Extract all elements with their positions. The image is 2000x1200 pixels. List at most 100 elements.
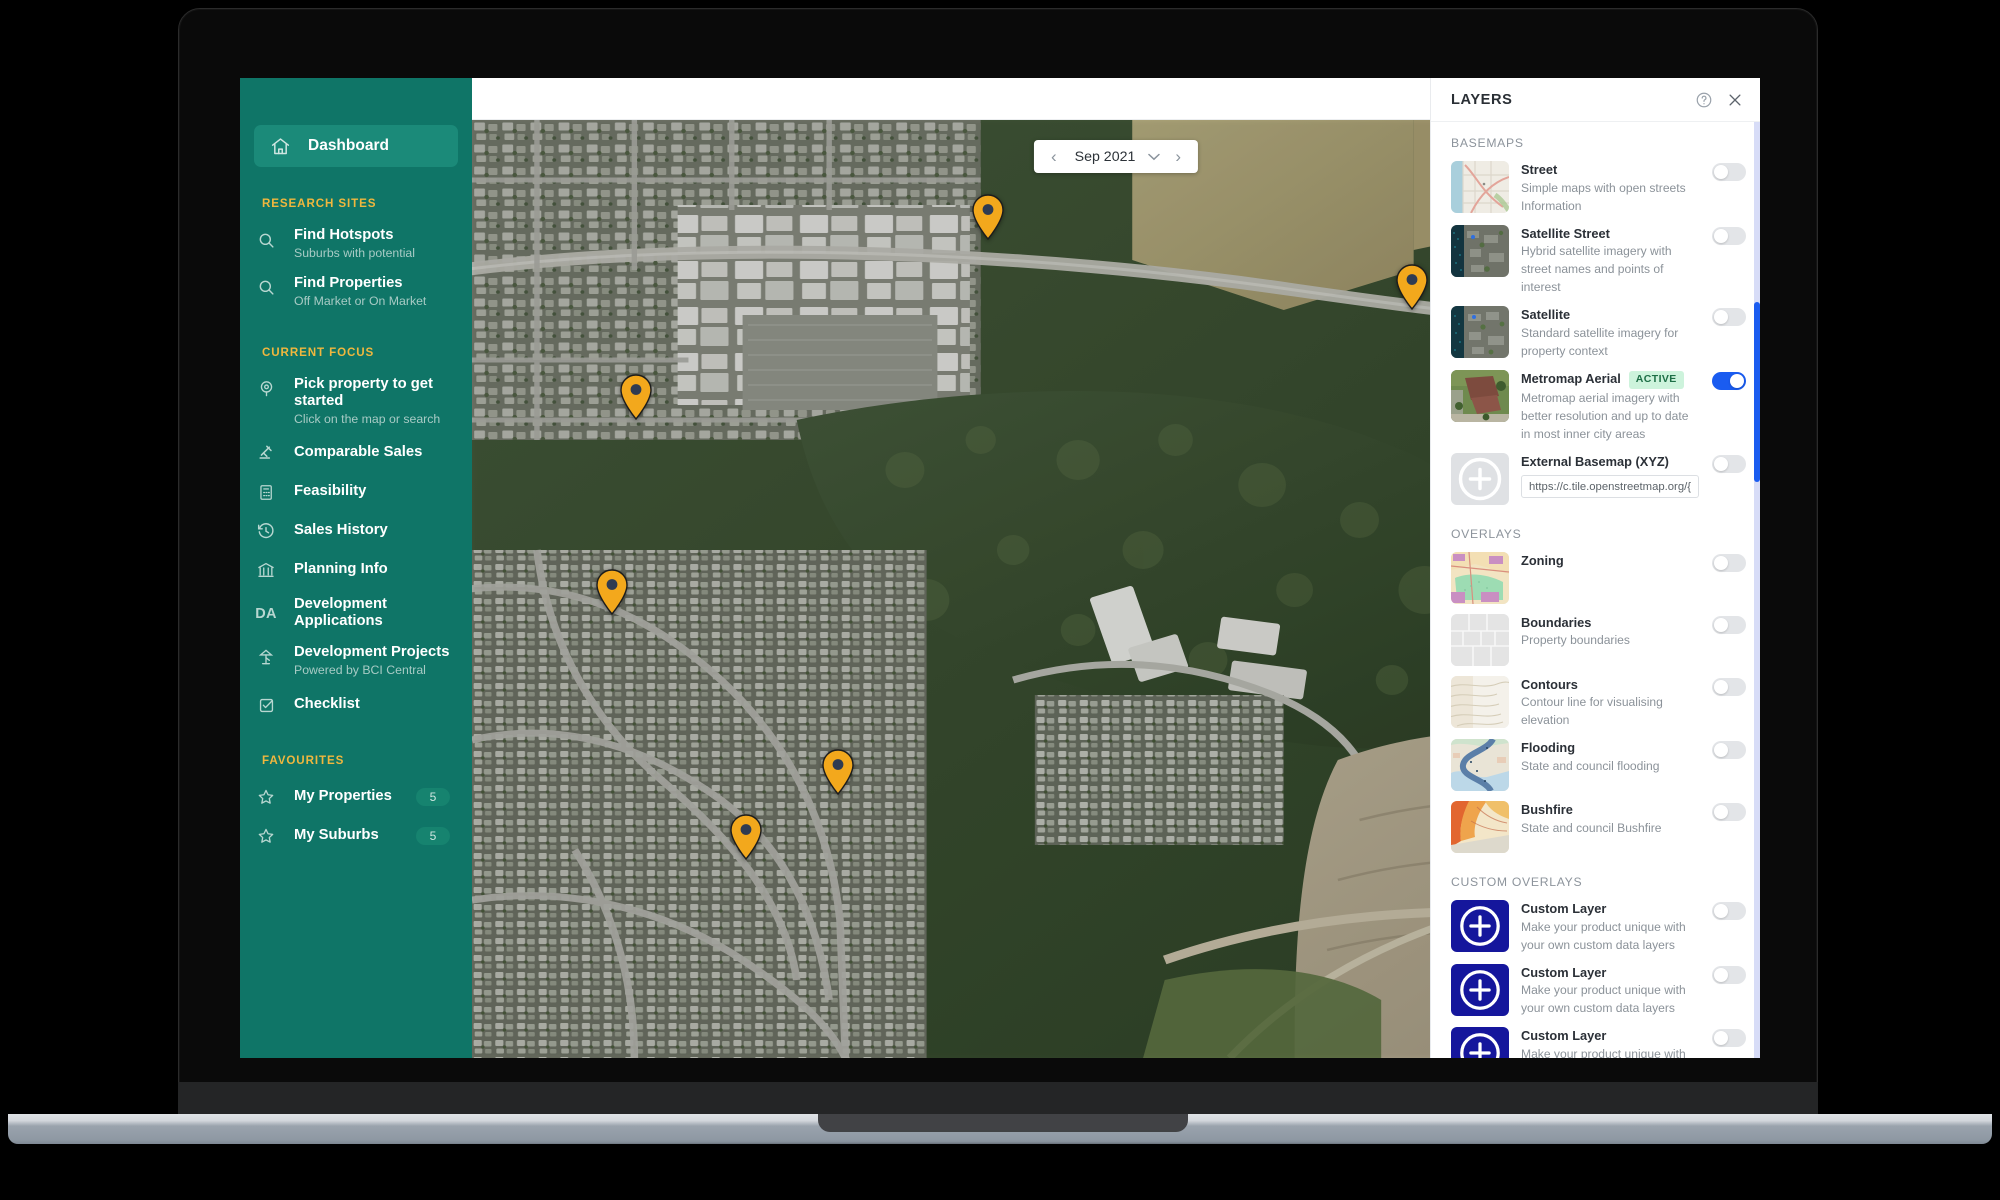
favourites-count-badge: 5 [416, 787, 450, 806]
sidebar-item-label: Dashboard [308, 137, 389, 154]
search-icon [254, 276, 278, 300]
map-marker[interactable] [821, 749, 855, 796]
sidebar-item-sublabel: Click on the map or search [294, 411, 441, 426]
map-marker[interactable] [729, 814, 763, 861]
layer-desc: Contour line for visualising elevation [1521, 695, 1663, 728]
layer-name-label: Custom Layer [1521, 901, 1607, 917]
layer-toggle-zoning[interactable] [1712, 553, 1746, 572]
layer-toggle-metromap-aerial[interactable] [1712, 371, 1746, 390]
layer-name-label: Flooding [1521, 740, 1576, 756]
map-date-selector[interactable]: ‹ Sep 2021 › [1033, 140, 1199, 173]
layer-row-custom-3[interactable]: Custom Layer Make your product unique wi… [1431, 1025, 1760, 1058]
sidebar-item-sales-history[interactable]: Sales History [240, 511, 472, 550]
layer-name-label: Contours [1521, 676, 1578, 692]
sidebar-item-development-applications[interactable]: DA Development Applications [240, 589, 472, 637]
layer-toggle-external-basemap[interactable] [1712, 454, 1746, 473]
layer-row-satellite-street[interactable]: Satellite Street Hybrid satellite imager… [1431, 223, 1760, 305]
layer-row-metromap-aerial[interactable]: Metromap Aerial ACTIVE Metromap aerial i… [1431, 368, 1760, 451]
layer-row-flooding[interactable]: Flooding State and council flooding [1431, 737, 1760, 799]
section-title-custom-overlays: CUSTOM OVERLAYS [1451, 875, 1583, 890]
sidebar-item-development-projects[interactable]: Development Projects Powered by BCI Cent… [240, 637, 472, 685]
bank-icon [254, 558, 278, 582]
sidebar-item-find-hotspots[interactable]: Find Hotspots Suburbs with potential [240, 220, 472, 268]
laptop-shadow [40, 1142, 1960, 1154]
xyz-url-input[interactable] [1521, 475, 1699, 499]
contours-thumb [1451, 675, 1509, 728]
section-title-basemaps: BASEMAPS [1451, 136, 1524, 150]
app-screen: Dashboard RESEARCH SITES Find Hotspots S… [240, 78, 1760, 1058]
sidebar-item-comparable-sales[interactable]: Comparable Sales [240, 433, 472, 472]
layer-row-bushfire[interactable]: Bushfire State and council Bushfire [1431, 799, 1760, 861]
satellite-thumb [1451, 306, 1509, 359]
help-circle-icon[interactable] [1695, 91, 1713, 109]
crane-icon [254, 645, 278, 669]
layer-toggle-bushfire[interactable] [1712, 803, 1746, 822]
layer-name-label: Metromap Aerial [1521, 371, 1621, 387]
sidebar-group-title-focus: CURRENT FOCUS [262, 345, 375, 359]
add-plus-thumb[interactable] [1451, 452, 1509, 505]
layer-name-label: Custom Layer [1521, 964, 1607, 980]
add-plus-blue-thumb[interactable] [1451, 963, 1509, 1016]
layer-row-external-basemap[interactable]: External Basemap (XYZ) [1431, 451, 1760, 513]
layers-panel-body[interactable]: BASEMAPS Street Simple maps with open st… [1431, 122, 1760, 1058]
layer-desc: Property boundaries [1521, 633, 1630, 648]
layer-row-satellite[interactable]: Satellite Standard satellite imagery for… [1431, 304, 1760, 368]
date-prev-button[interactable]: ‹ [1044, 148, 1064, 165]
layer-row-zoning[interactable]: Zoning [1431, 550, 1760, 612]
layer-toggle-flooding[interactable] [1712, 741, 1746, 760]
sidebar-item-my-suburbs[interactable]: My Suburbs 5 [240, 816, 472, 855]
layer-name-label: External Basemap (XYZ) [1521, 453, 1669, 469]
layer-name-label: Street [1521, 162, 1558, 177]
sidebar-item-label: Pick property to get started [294, 375, 433, 409]
clock-history-icon [254, 519, 278, 543]
sidebar-group-title-favourites: FAVOURITES [262, 754, 345, 768]
layer-toggle-satellite[interactable] [1712, 308, 1746, 327]
sidebar-item-feasibility[interactable]: Feasibility [240, 472, 472, 511]
map-marker[interactable] [619, 374, 653, 421]
aerial-thumb [1451, 369, 1509, 422]
layer-desc: Make your product unique with your own c… [1521, 919, 1686, 952]
layer-toggle-custom-1[interactable] [1712, 902, 1746, 921]
layer-row-custom-2[interactable]: Custom Layer Make your product unique wi… [1431, 962, 1760, 1026]
layer-name-label: Boundaries [1521, 614, 1592, 630]
add-plus-blue-thumb[interactable] [1451, 1027, 1509, 1058]
layer-toggle-custom-2[interactable] [1712, 965, 1746, 984]
sidebar-item-find-properties[interactable]: Find Properties Off Market or On Market [240, 268, 472, 316]
sidebar-item-label: Development Applications [294, 596, 387, 630]
layer-row-street[interactable]: Street Simple maps with open streets Inf… [1431, 159, 1760, 223]
layer-name-label: Satellite Street [1521, 225, 1610, 241]
close-icon[interactable] [1726, 91, 1744, 109]
layer-toggle-contours[interactable] [1712, 677, 1746, 696]
chevron-down-icon[interactable] [1148, 150, 1161, 164]
layer-toggle-boundaries[interactable] [1712, 615, 1746, 634]
layer-row-contours[interactable]: Contours Contour line for visualising el… [1431, 674, 1760, 738]
date-next-button[interactable]: › [1168, 148, 1188, 165]
sidebar-item-sublabel: Off Market or On Market [294, 293, 427, 308]
layer-desc: State and council Bushfire [1521, 820, 1662, 835]
sidebar-item-pick-property[interactable]: Pick property to get started Click on th… [240, 369, 472, 434]
layer-toggle-custom-3[interactable] [1712, 1029, 1746, 1048]
scrollbar-thumb[interactable] [1754, 302, 1760, 482]
sidebar-item-label: My Suburbs [294, 827, 379, 844]
map-marker[interactable] [1395, 264, 1429, 311]
layers-panel-scrollbar[interactable] [1754, 122, 1760, 1058]
layer-toggle-street[interactable] [1712, 163, 1746, 181]
sidebar-item-dashboard[interactable]: Dashboard [254, 125, 458, 167]
satellite-street-thumb [1451, 224, 1509, 277]
sidebar-item-label: Checklist [294, 696, 360, 713]
sidebar-item-checklist[interactable]: Checklist [240, 685, 472, 724]
sidebar-item-label: Sales History [294, 522, 388, 539]
sidebar-item-sublabel: Powered by BCI Central [294, 663, 426, 678]
add-plus-blue-thumb[interactable] [1451, 900, 1509, 953]
map-marker[interactable] [595, 569, 629, 616]
layer-desc: Make your product unique with your own c… [1521, 1047, 1686, 1058]
sidebar-item-my-properties[interactable]: My Properties 5 [240, 777, 472, 816]
laptop-bottom-bezel [178, 1082, 1818, 1114]
layer-toggle-satellite-street[interactable] [1712, 226, 1746, 245]
layer-name-label: Bushfire [1521, 802, 1573, 818]
layer-name-label: Custom Layer [1521, 1028, 1607, 1044]
sidebar-item-planning-info[interactable]: Planning Info [240, 550, 472, 589]
layer-row-custom-1[interactable]: Custom Layer Make your product unique wi… [1431, 898, 1760, 962]
layer-row-boundaries[interactable]: Boundaries Property boundaries [1431, 612, 1760, 674]
map-marker[interactable] [971, 194, 1005, 241]
